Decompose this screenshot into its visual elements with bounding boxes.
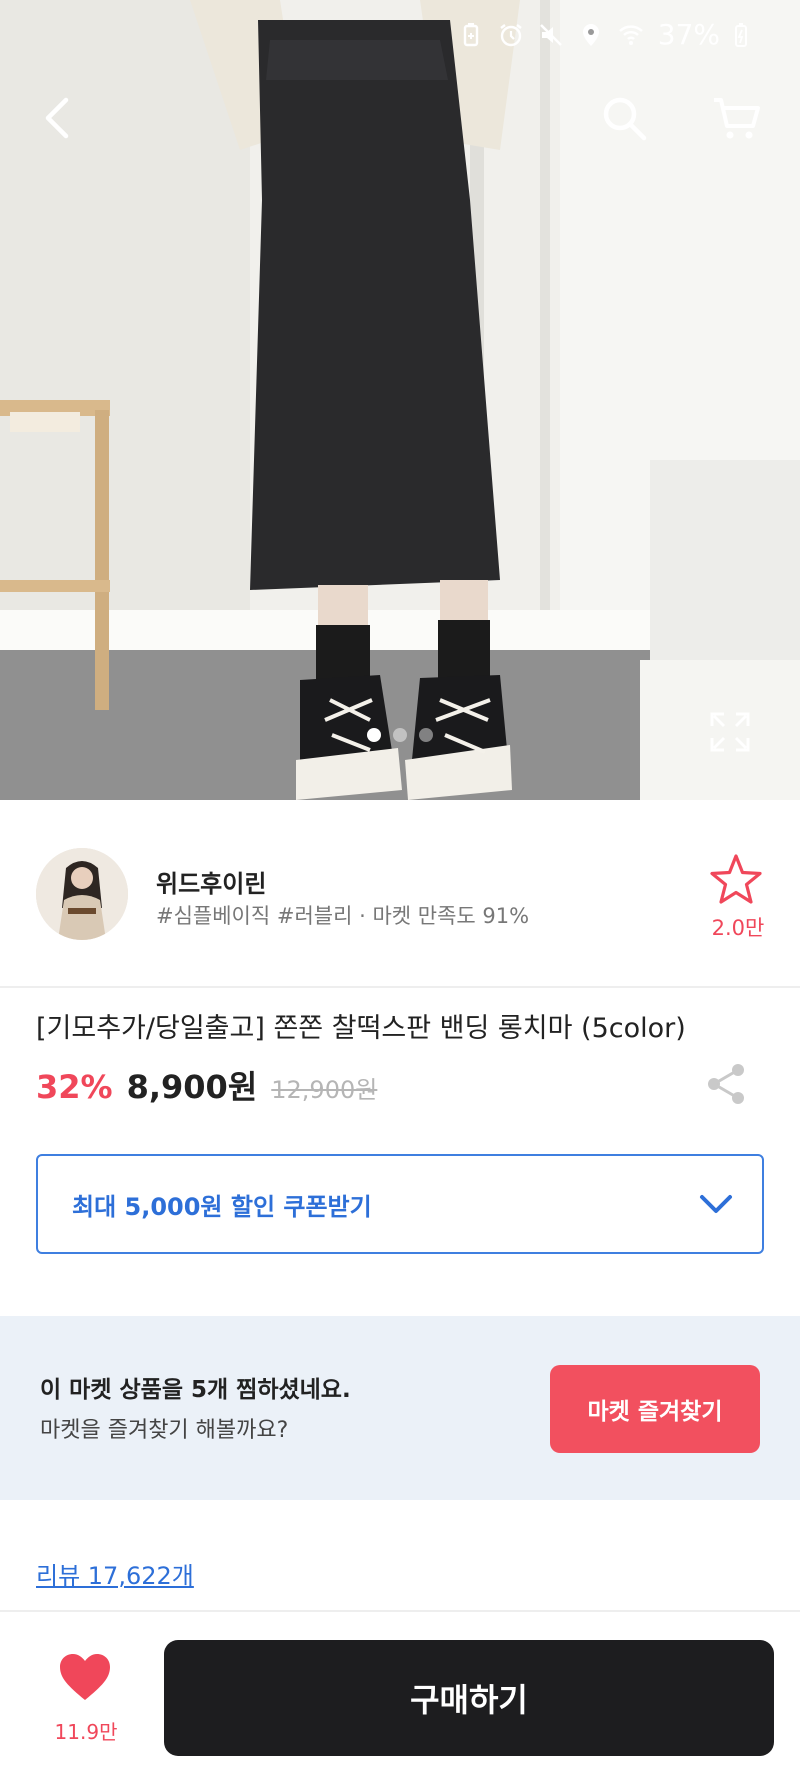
location-icon — [578, 22, 604, 48]
back-arrow-icon — [45, 97, 69, 139]
star-icon[interactable] — [708, 852, 764, 908]
battery-percent: 37% — [657, 18, 720, 51]
banner-subtitle: 마켓을 즐겨찾기 해볼까요? — [40, 1418, 289, 1443]
like-count: 11.9만 — [54, 1720, 118, 1744]
seller-section: 위드후이린 #심플베이직 #러블리 · 마켓 만족도 91% 2.0만 — [0, 800, 800, 988]
chevron-down-icon — [700, 1195, 732, 1213]
back-button[interactable] — [28, 86, 92, 150]
banner-title: 이 마켓 상품을 5개 찜하셨네요. — [40, 1377, 351, 1403]
search-button[interactable] — [592, 86, 656, 150]
gallery-pagination — [0, 728, 800, 742]
heart-icon[interactable] — [58, 1652, 112, 1702]
discount-rate: 32% — [36, 1068, 113, 1106]
battery-saver-icon — [458, 22, 484, 48]
product-photo — [0, 0, 800, 800]
market-favorite-button[interactable]: 마켓 즐겨찾기 — [550, 1365, 760, 1453]
battery-charging-icon — [734, 22, 748, 48]
seller-tags: #심플베이직 #러블리 · 마켓 만족도 91% — [156, 904, 530, 928]
share-icon[interactable] — [704, 1062, 748, 1106]
gallery-dot-3[interactable] — [419, 728, 433, 742]
product-title: [기모추가/당일출고] 쫀쫀 찰떡스판 밴딩 롱치마 (5color) — [36, 1013, 686, 1044]
seller-avatar[interactable] — [36, 848, 128, 940]
gallery-dot-2[interactable] — [393, 728, 407, 742]
bottom-action-bar: 11.9만 구매하기 — [0, 1610, 800, 1777]
gallery-dot-1[interactable] — [367, 728, 381, 742]
mute-icon — [538, 22, 564, 48]
market-favorite-banner: 이 마켓 상품을 5개 찜하셨네요. 마켓을 즐겨찾기 해볼까요? 마켓 즐겨찾… — [0, 1316, 800, 1500]
expand-icon[interactable] — [710, 712, 750, 752]
status-bar: 37% — [458, 18, 748, 51]
alarm-icon — [498, 22, 524, 48]
product-image-gallery[interactable]: 37% — [0, 0, 800, 800]
wifi-icon — [618, 22, 644, 48]
coupon-label: 최대 5,000원 할인 쿠폰받기 — [72, 1192, 372, 1221]
cart-icon — [714, 98, 760, 139]
coupon-button[interactable]: 최대 5,000원 할인 쿠폰받기 — [36, 1154, 764, 1254]
favorite-count: 2.0만 — [711, 916, 765, 940]
seller-name[interactable]: 위드후이린 — [156, 864, 266, 899]
reviews-link[interactable]: 리뷰 17,622개 — [36, 1556, 194, 1591]
cart-button[interactable] — [704, 86, 768, 150]
original-price: 12,900원 — [271, 1076, 378, 1104]
sale-price: 8,900원 — [126, 1068, 258, 1106]
search-icon — [603, 97, 647, 141]
price-row: 32% 8,900원 12,900원 — [36, 1062, 377, 1108]
buy-button[interactable]: 구매하기 — [164, 1640, 774, 1756]
